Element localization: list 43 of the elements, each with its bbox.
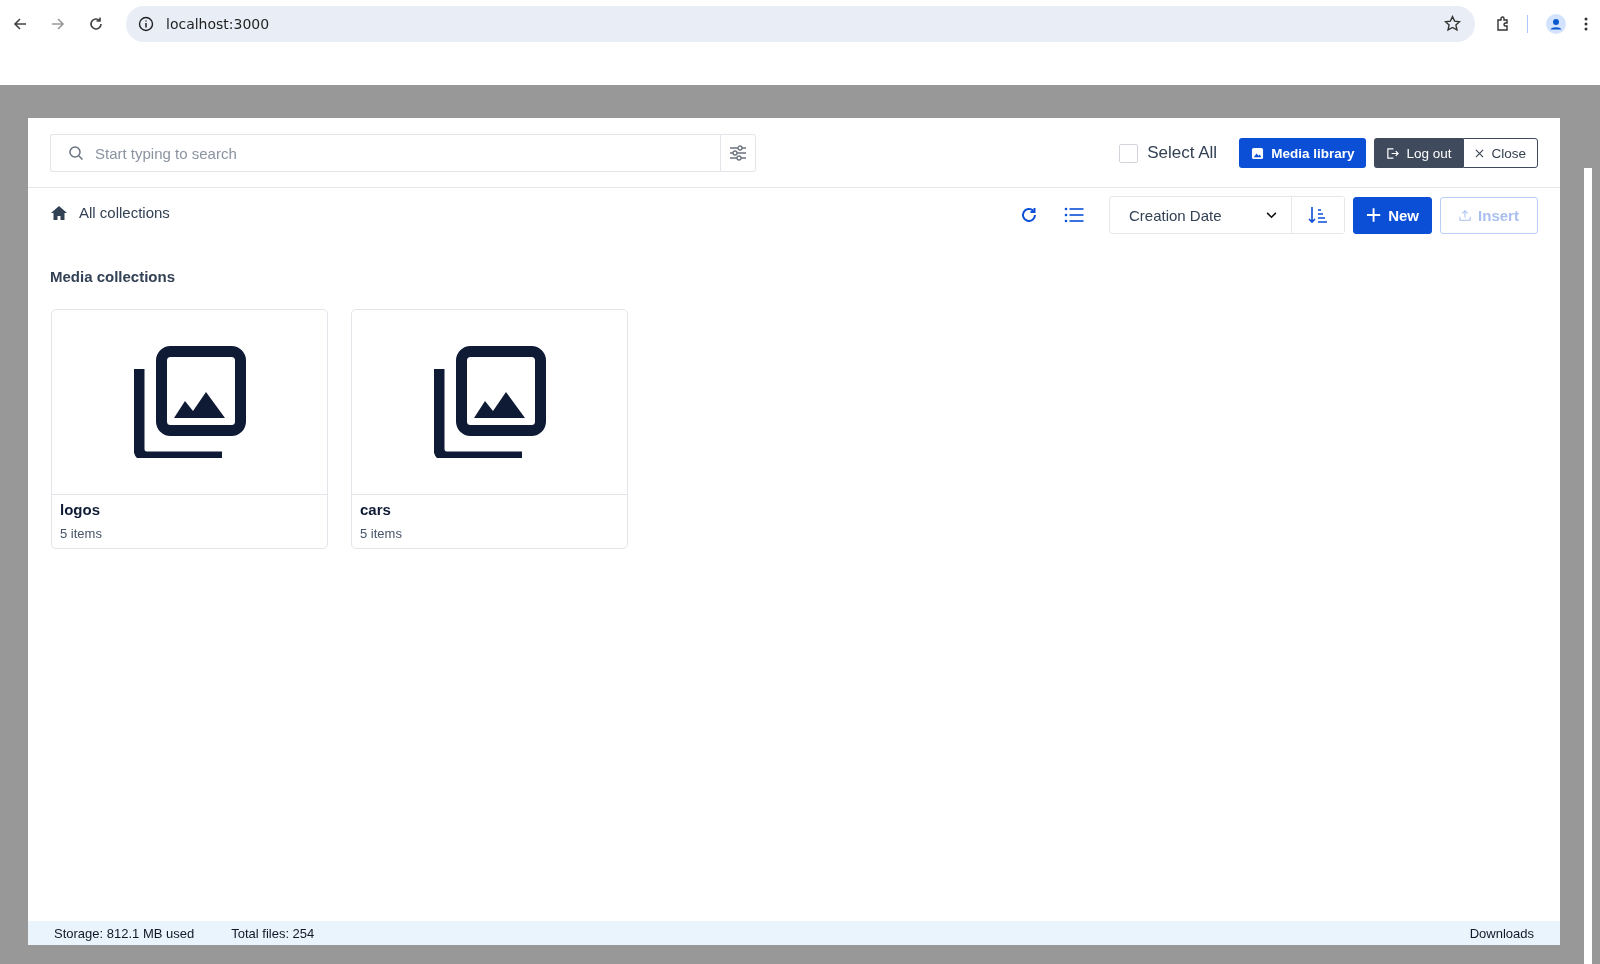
- item-count: 5 items: [60, 526, 103, 541]
- exit-icon: [1386, 146, 1400, 160]
- close-icon: [1475, 148, 1485, 158]
- collection-name: cars: [360, 501, 392, 518]
- back-icon[interactable]: [12, 15, 28, 32]
- select-all-label[interactable]: Select All: [1147, 143, 1218, 163]
- address-bar[interactable]: localhost:3000: [126, 5, 1475, 42]
- downloads-link[interactable]: Downloads: [1469, 925, 1534, 941]
- plus-icon: [1366, 207, 1382, 223]
- filter-button[interactable]: [720, 134, 756, 172]
- total-files-text: Total files: 254: [231, 925, 315, 941]
- item-count: 5 items: [360, 526, 403, 541]
- refresh-icon[interactable]: [1019, 206, 1039, 224]
- chevron-down-icon: [1266, 211, 1277, 219]
- forward-icon[interactable]: [50, 15, 66, 32]
- puzzle-icon[interactable]: [1495, 15, 1511, 32]
- home-icon[interactable]: [50, 205, 68, 221]
- logout-button[interactable]: Log out: [1374, 138, 1464, 168]
- section-title: Media collections: [49, 267, 177, 285]
- sliders-icon: [729, 145, 747, 161]
- close-button[interactable]: Close: [1463, 138, 1538, 168]
- scrollbar[interactable]: [1584, 168, 1592, 964]
- media-library-button[interactable]: Media library: [1239, 138, 1367, 168]
- image-stack-icon: [433, 346, 546, 458]
- star-icon[interactable]: [1444, 15, 1461, 32]
- more-icon[interactable]: [1584, 15, 1588, 32]
- image-icon: [1251, 146, 1265, 160]
- url-text: localhost:3000: [166, 15, 271, 32]
- image-stack-icon: [133, 346, 246, 458]
- search-field[interactable]: Start typing to search: [50, 134, 720, 172]
- collection-name: logos: [60, 501, 101, 518]
- breadcrumb-link[interactable]: All collections: [79, 204, 170, 221]
- new-button[interactable]: New: [1353, 196, 1432, 234]
- collection-card[interactable]: cars 5 items: [351, 309, 628, 549]
- select-all-checkbox[interactable]: [1119, 143, 1139, 163]
- sort-descending-icon: [1308, 206, 1328, 224]
- upload-icon: [1459, 209, 1472, 221]
- storage-text: Storage: 812.1 MB used: [54, 925, 195, 941]
- collection-card[interactable]: logos 5 items: [51, 309, 328, 549]
- reload-icon[interactable]: [88, 15, 104, 32]
- list-view-icon[interactable]: [1064, 206, 1084, 224]
- info-icon: [138, 15, 154, 32]
- profile-icon[interactable]: [1546, 13, 1566, 34]
